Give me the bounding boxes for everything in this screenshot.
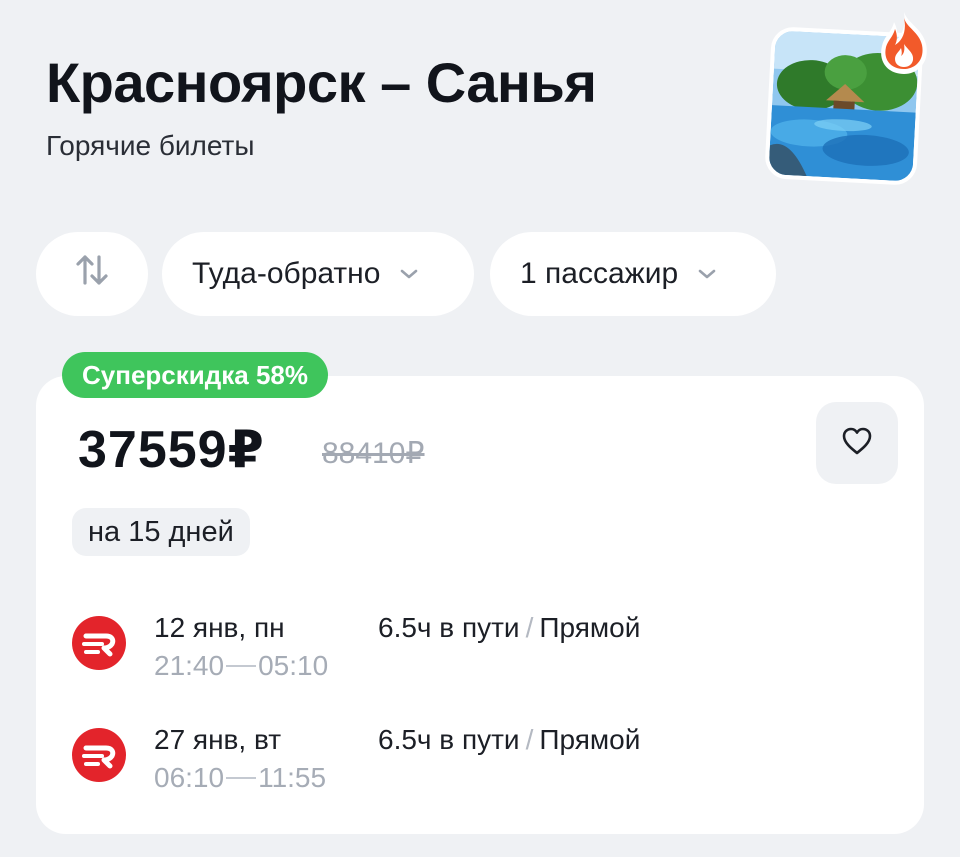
favorite-button[interactable] bbox=[816, 402, 898, 484]
depart-time: 06:10 bbox=[154, 762, 225, 793]
trip-type-select[interactable]: Туда-обратно bbox=[162, 232, 474, 316]
flight-segment: 27 янв, вт 06:10 11:55 6.5ч в пути / Прямо… bbox=[72, 724, 872, 804]
old-price: 88410₽ bbox=[322, 437, 425, 470]
time-dash bbox=[226, 777, 257, 779]
flight-date: 27 янв, вт bbox=[154, 724, 282, 755]
chevron-down-icon bbox=[696, 267, 718, 281]
fire-icon bbox=[874, 10, 934, 76]
arrive-time: 05:10 bbox=[258, 650, 329, 681]
flight-duration: 6.5ч в пути / Прямой bbox=[378, 612, 640, 644]
flight-segment: 12 янв, пн 21:40 05:10 6.5ч в пути / Прямо… bbox=[72, 612, 872, 692]
separator: / bbox=[525, 724, 534, 755]
flight-type: Прямой bbox=[539, 612, 641, 643]
heart-icon bbox=[841, 426, 873, 461]
flight-date: 12 янв, пн bbox=[154, 612, 285, 643]
swap-arrows-icon bbox=[73, 251, 111, 297]
page-title: Красноярск – Санья bbox=[46, 51, 597, 114]
arrive-time: 11:55 bbox=[258, 762, 327, 793]
airline-logo-icon bbox=[72, 728, 126, 782]
page-subtitle: Горячие билеты bbox=[46, 130, 255, 161]
hero-image-block bbox=[764, 12, 927, 186]
discount-badge: Суперскидка 58% bbox=[62, 352, 328, 398]
flight-times: 21:40 05:10 bbox=[154, 650, 328, 682]
trip-duration-chip: на 15 дней bbox=[72, 508, 250, 556]
chevron-down-icon bbox=[398, 267, 420, 281]
flight-duration: 6.5ч в пути / Прямой bbox=[378, 724, 640, 756]
price: 37559₽ bbox=[78, 421, 265, 479]
flight-type: Прямой bbox=[539, 724, 641, 755]
duration-text: 6.5ч в пути bbox=[378, 724, 520, 755]
flight-times: 06:10 11:55 bbox=[154, 762, 326, 794]
airline-logo-icon bbox=[72, 616, 126, 670]
separator: / bbox=[525, 612, 534, 643]
trip-type-label: Туда-обратно bbox=[192, 257, 381, 290]
passengers-select[interactable]: 1 пассажир bbox=[490, 232, 776, 316]
time-dash bbox=[226, 665, 257, 667]
passengers-label: 1 пассажир bbox=[520, 257, 679, 290]
swap-direction-button[interactable] bbox=[36, 232, 148, 316]
depart-time: 21:40 bbox=[154, 650, 225, 681]
duration-text: 6.5ч в пути bbox=[378, 612, 520, 643]
